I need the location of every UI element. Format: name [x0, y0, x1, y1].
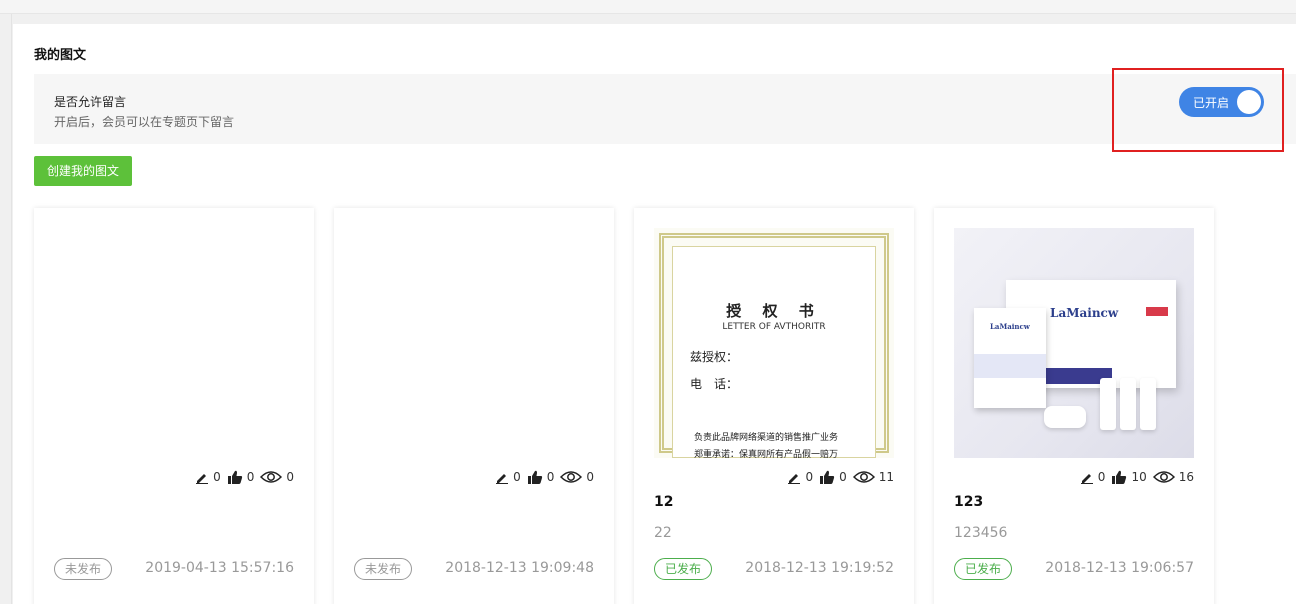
certificate-line: 兹授权：	[690, 350, 739, 364]
like-count: 0	[839, 470, 847, 484]
status-badge: 未发布	[354, 558, 413, 580]
certificate-image: 授 权 书 LETTER OF AVTHORITR 兹授权： 电 话： 负责此品…	[654, 228, 894, 458]
like-count: 0	[246, 470, 255, 484]
pencil-icon	[788, 474, 801, 484]
view-count: 0	[286, 470, 294, 484]
article-card[interactable]: LaMaincw LaMaincw 0 10 16 123 123456 已发布…	[934, 208, 1214, 604]
eye-icon	[852, 471, 875, 483]
eye-icon	[560, 471, 583, 483]
certificate-line: 负责此品牌网络渠道的销售推广业务	[694, 433, 839, 443]
highlight-box	[1112, 68, 1284, 152]
card-stats: 0 10 16	[1080, 470, 1194, 484]
card-timestamp: 2018-12-13 19:06:57	[1045, 560, 1194, 576]
product-brand: LaMaincw	[1050, 306, 1119, 320]
article-card[interactable]: 0 0 0 未发布 2018-12-13 19:09:48	[334, 208, 614, 604]
article-card[interactable]: 授 权 书 LETTER OF AVTHORITR 兹授权： 电 话： 负责此品…	[634, 208, 914, 604]
card-stats: 0 0 11	[787, 470, 894, 484]
setting-description: 开启后，会员可以在专题页下留言	[54, 115, 235, 129]
edit-count: 0	[513, 470, 521, 484]
page-title: 我的图文	[34, 48, 87, 63]
card-thumbnail: 授 权 书 LETTER OF AVTHORITR 兹授权： 电 话： 负责此品…	[654, 228, 894, 458]
setting-title: 是否允许留言	[54, 95, 127, 109]
product-vial	[1140, 378, 1156, 430]
card-thumbnail	[354, 228, 594, 458]
pencil-icon	[196, 474, 209, 484]
status-badge: 未发布	[54, 558, 113, 580]
view-count: 16	[1178, 470, 1194, 484]
product-jar	[1044, 406, 1086, 428]
card-description: 123456	[954, 525, 1008, 541]
pencil-icon	[1080, 474, 1093, 484]
product-vial	[1120, 378, 1136, 430]
eye-icon	[260, 471, 283, 483]
edit-count: 0	[213, 470, 221, 484]
edit-count: 0	[805, 470, 814, 484]
mask-band	[974, 354, 1046, 378]
thumbs-up-icon	[527, 470, 542, 484]
like-count: 10	[1131, 470, 1147, 484]
top-bar	[0, 0, 1296, 14]
card-timestamp: 2018-12-13 19:09:48	[445, 560, 594, 576]
article-card[interactable]: 0 0 0 未发布 2019-04-13 15:57:16	[34, 208, 314, 604]
certificate-subheading: LETTER OF AVTHORITR	[722, 322, 826, 332]
card-stats: 0 0 0	[495, 470, 594, 484]
comment-setting: 是否允许留言 开启后，会员可以在专题页下留言	[34, 74, 1296, 144]
thumbs-up-icon	[1112, 470, 1127, 484]
left-sidebar-edge	[0, 14, 12, 604]
status-badge: 已发布	[954, 558, 1013, 580]
pencil-icon	[496, 474, 509, 484]
thumbs-up-icon	[820, 470, 835, 484]
card-title: 123	[954, 494, 984, 510]
eye-icon	[1152, 471, 1175, 483]
product-image: LaMaincw LaMaincw	[954, 228, 1194, 458]
card-description: 22	[654, 525, 672, 541]
edit-count: 0	[1097, 470, 1106, 484]
certificate-line: 郑重承诺：保真网所有产品假一赔万	[694, 450, 839, 458]
like-count: 0	[546, 470, 555, 484]
mask-brand: LaMaincw	[990, 322, 1030, 331]
card-timestamp: 2019-04-13 15:57:16	[145, 560, 294, 576]
product-tag	[1146, 307, 1168, 316]
product-vial	[1100, 378, 1116, 430]
create-article-button[interactable]: 创建我的图文	[34, 156, 132, 186]
certificate-heading: 授 权 书	[726, 302, 822, 320]
card-timestamp: 2018-12-13 19:19:52	[745, 560, 894, 576]
card-title: 12	[654, 494, 674, 510]
view-count: 11	[878, 470, 894, 484]
view-count: 0	[586, 470, 594, 484]
thumbs-up-icon	[227, 470, 242, 484]
card-stats: 0 0 0	[195, 470, 294, 484]
certificate-line: 电 话：	[690, 377, 739, 391]
status-badge: 已发布	[654, 558, 713, 580]
card-thumbnail: LaMaincw LaMaincw	[954, 228, 1194, 458]
card-thumbnail	[54, 228, 294, 458]
